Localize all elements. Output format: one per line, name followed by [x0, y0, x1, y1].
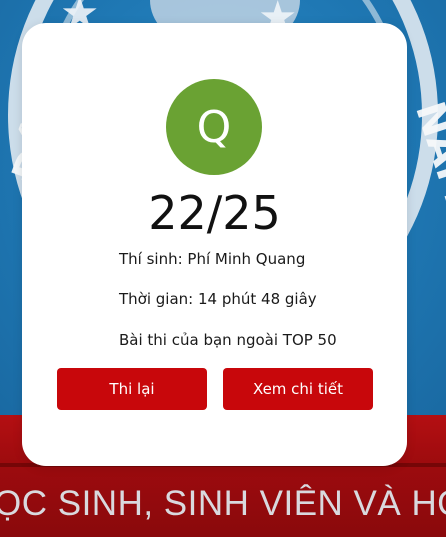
banner-text: ỌC SINH, SINH VIÊN VÀ HỌ	[0, 484, 446, 523]
score: 22/25	[148, 186, 281, 240]
exam-duration: Thời gian: 14 phút 48 giây	[119, 290, 317, 308]
result-modal: Q 22/25 Thí sinh: Phí Minh Quang Thời gi…	[22, 23, 407, 466]
retry-button[interactable]: Thi lại	[57, 368, 207, 410]
view-details-button[interactable]: Xem chi tiết	[223, 368, 373, 410]
avatar: Q	[166, 79, 262, 175]
avatar-letter: Q	[196, 101, 232, 153]
ranking-status: Bài thi của bạn ngoài TOP 50	[119, 331, 337, 349]
candidate-name: Thí sinh: Phí Minh Quang	[119, 250, 306, 268]
